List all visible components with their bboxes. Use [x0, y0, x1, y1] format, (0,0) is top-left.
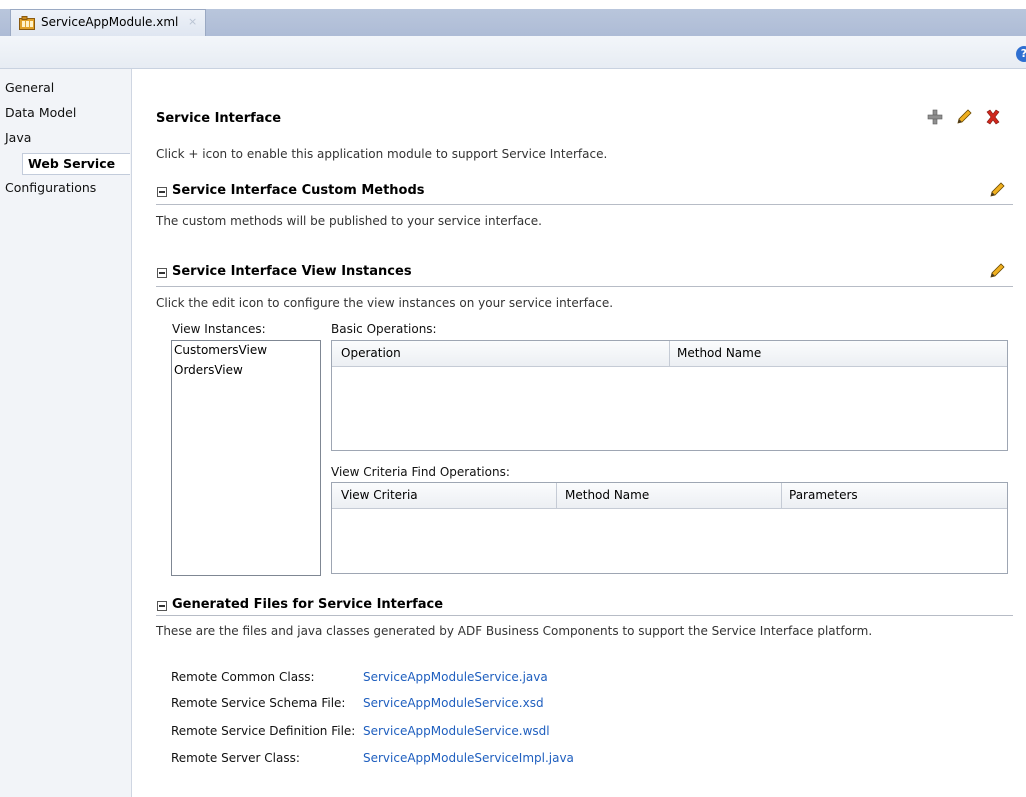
section-divider [156, 204, 1013, 205]
column-header-parameters[interactable]: Parameters [789, 488, 858, 502]
remote-service-schema-link[interactable]: ServiceAppModuleService.xsd [363, 696, 544, 710]
remote-common-class-label: Remote Common Class: [171, 670, 315, 684]
view-criteria-label: View Criteria Find Operations: [331, 465, 510, 479]
remote-service-definition-link[interactable]: ServiceAppModuleService.wsdl [363, 724, 550, 738]
remote-common-class-link[interactable]: ServiceAppModuleService.java [363, 670, 548, 684]
view-instances-title: Service Interface View Instances [172, 264, 412, 279]
editor-toolbar [0, 36, 1026, 69]
remote-service-definition-label: Remote Service Definition File: [171, 724, 356, 738]
view-instances-label: View Instances: [172, 322, 266, 336]
section-divider [156, 615, 1013, 616]
nav-item-general[interactable]: General [5, 80, 54, 95]
section-divider [156, 286, 1013, 287]
remote-service-schema-label: Remote Service Schema File: [171, 696, 346, 710]
view-instances-list[interactable]: CustomersView OrdersView [171, 340, 321, 576]
remote-server-class-label: Remote Server Class: [171, 751, 300, 765]
edit-pencil-icon[interactable] [988, 181, 1006, 199]
nav-item-web-service-label: Web Service [28, 156, 116, 171]
remote-server-class-link[interactable]: ServiceAppModuleServiceImpl.java [363, 751, 574, 765]
table-header: View Criteria Method Name Parameters [332, 483, 1007, 509]
collapse-toggle-generated-files[interactable] [157, 601, 167, 611]
nav-item-configurations[interactable]: Configurations [5, 180, 96, 195]
help-icon[interactable]: ? [1016, 46, 1026, 62]
view-criteria-table[interactable]: View Criteria Method Name Parameters [331, 482, 1008, 574]
list-item[interactable]: CustomersView [174, 343, 267, 357]
table-header: Operation Method Name [332, 341, 1007, 367]
column-separator [781, 483, 782, 509]
list-item[interactable]: OrdersView [174, 363, 243, 377]
column-separator [669, 341, 670, 367]
service-interface-description: Click + icon to enable this application … [156, 147, 608, 161]
column-header-operation[interactable]: Operation [341, 346, 401, 360]
close-icon[interactable]: × [188, 15, 197, 28]
custom-methods-title: Service Interface Custom Methods [172, 183, 425, 198]
column-separator [556, 483, 557, 509]
collapse-toggle-custom-methods[interactable] [157, 187, 167, 197]
nav-item-java[interactable]: Java [5, 130, 31, 145]
column-header-method-name[interactable]: Method Name [677, 346, 761, 360]
editor-tab[interactable]: ServiceAppModule.xml × [10, 9, 206, 36]
left-navigation: General Data Model Java Web Service Conf… [0, 69, 132, 797]
column-header-method-name[interactable]: Method Name [565, 488, 649, 502]
application-module-icon [19, 16, 35, 30]
column-header-view-criteria[interactable]: View Criteria [341, 488, 418, 502]
collapse-toggle-view-instances[interactable] [157, 268, 167, 278]
generated-files-title: Generated Files for Service Interface [172, 597, 444, 612]
editor-tab-title: ServiceAppModule.xml [41, 15, 179, 29]
edit-pencil-icon[interactable] [955, 108, 973, 126]
generated-files-description: These are the files and java classes gen… [156, 624, 873, 638]
nav-item-web-service[interactable]: Web Service [22, 153, 130, 175]
main-panel: Service Interface Click + icon to enable… [132, 69, 1026, 797]
add-icon[interactable] [927, 109, 943, 125]
basic-operations-label: Basic Operations: [331, 322, 437, 336]
view-instances-description: Click the edit icon to configure the vie… [156, 296, 614, 310]
basic-operations-table[interactable]: Operation Method Name [331, 340, 1008, 451]
delete-icon[interactable] [985, 109, 1001, 125]
nav-item-data-model[interactable]: Data Model [5, 105, 76, 120]
custom-methods-description: The custom methods will be published to … [156, 214, 542, 228]
service-interface-title: Service Interface [156, 111, 282, 126]
edit-pencil-icon[interactable] [988, 262, 1006, 280]
editor-tab-strip: ServiceAppModule.xml × [0, 0, 1026, 36]
